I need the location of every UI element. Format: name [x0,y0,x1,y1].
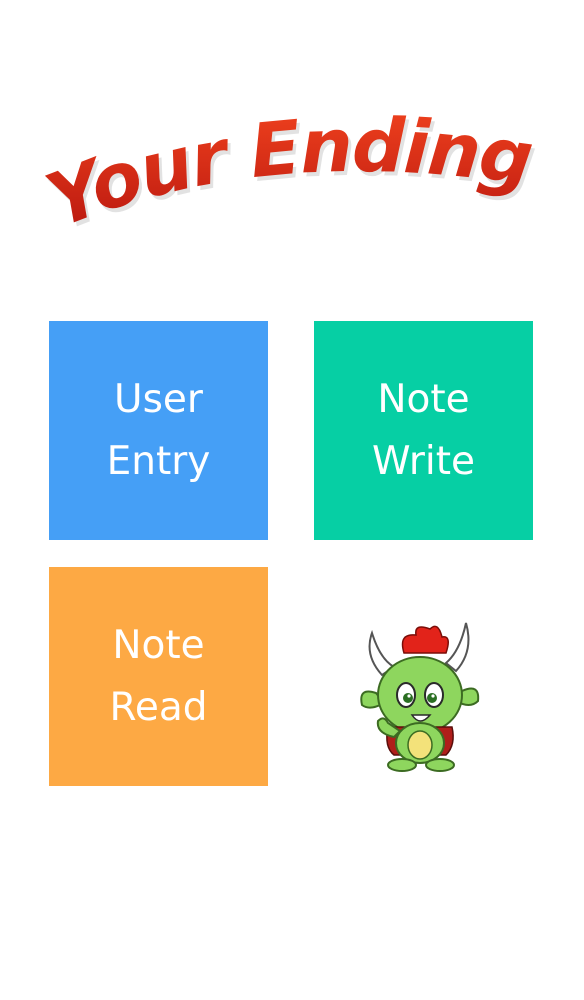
note-read-label-line2: Read [109,684,208,730]
note-write-label-line1: Note [377,376,470,422]
logo-text: Your Ending [40,110,538,245]
note-read-button[interactable]: Note Read [49,567,268,786]
svg-text:Your Ending: Your Ending [40,110,536,245]
note-read-label-line1: Note [112,622,205,668]
note-write-button[interactable]: Note Write [314,321,533,540]
user-entry-label-line2: Entry [106,438,211,484]
logo-wordmark: Your Ending Your Ending [40,110,541,249]
app-logo: Your Ending Your Ending [40,110,560,250]
note-write-label-line2: Write [372,438,475,484]
user-entry-button[interactable]: User Entry [49,321,268,540]
user-entry-label-line1: User [114,376,203,422]
dragon-mascot-icon [354,615,484,775]
home-screen: Your Ending Your Ending User Entry Note … [0,0,584,1000]
